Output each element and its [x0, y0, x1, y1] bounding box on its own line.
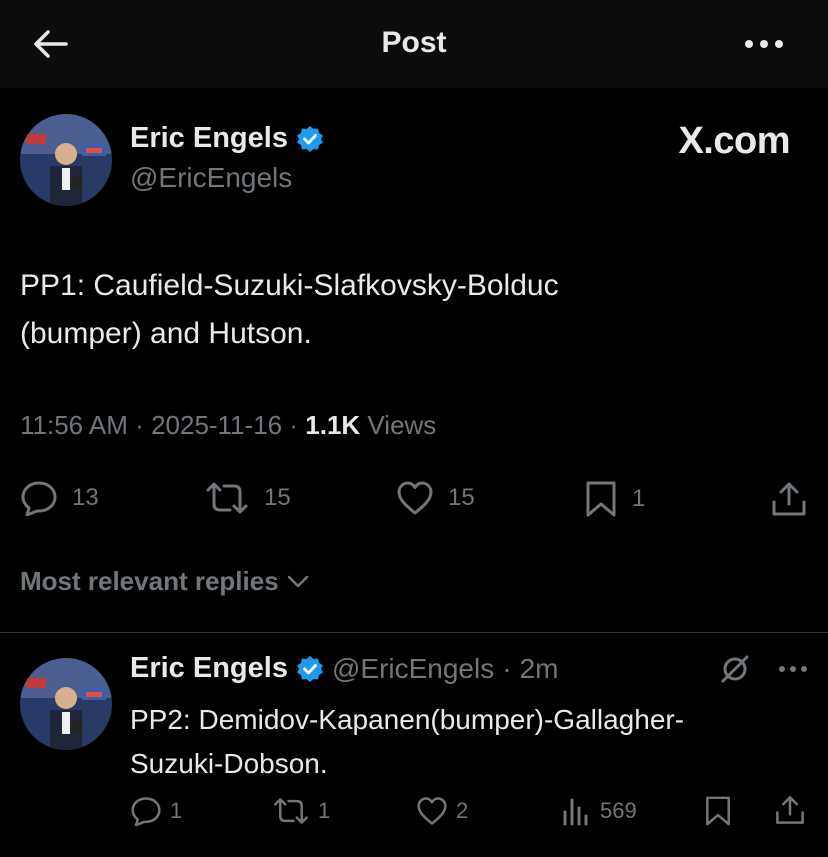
bookmark-icon: [586, 481, 616, 517]
like-button[interactable]: 2: [416, 796, 468, 826]
bookmark-button[interactable]: [704, 794, 732, 828]
verified-badge-icon: [296, 125, 323, 152]
post-time[interactable]: 11:56 AM: [20, 410, 128, 440]
views-count: 1.1K: [305, 410, 361, 440]
reply-text: PP2: Demidov-Kapanen(bumper)-Gallagher- …: [130, 698, 810, 786]
repost-count: 1: [318, 798, 331, 823]
post-actions: 13 15 15 1: [0, 476, 828, 522]
reply-icon: [131, 797, 161, 826]
avatar[interactable]: [20, 658, 112, 750]
replies-sort-dropdown[interactable]: Most relevant replies: [20, 566, 309, 597]
bookmark-count: 1: [632, 485, 646, 512]
repost-icon: [274, 798, 308, 824]
repost-button[interactable]: 1: [272, 796, 330, 826]
heart-icon: [397, 481, 433, 515]
analytics-icon: [563, 798, 588, 826]
repost-count: 15: [264, 484, 291, 511]
more-horizontal-icon: [745, 40, 783, 48]
separator-dot: ·: [135, 410, 152, 440]
reply-time[interactable]: 2m: [520, 653, 559, 685]
heart-icon: [417, 797, 447, 825]
views-label: Views: [367, 410, 437, 440]
page-title: Post: [381, 26, 447, 59]
author-name[interactable]: Eric Engels: [130, 122, 288, 155]
like-button[interactable]: 15: [396, 480, 475, 516]
share-icon: [772, 482, 806, 516]
reply-text-line: Suzuki-Dobson.: [130, 748, 328, 779]
post-author[interactable]: Eric Engels: [130, 122, 324, 155]
share-button[interactable]: [774, 794, 806, 826]
reply-header-actions: [720, 654, 808, 684]
post-text-line: (bumper) and Hutson.: [20, 317, 312, 350]
chevron-down-icon: [287, 575, 308, 587]
repost-button[interactable]: 15: [204, 480, 291, 516]
share-icon: [776, 796, 804, 824]
repost-icon: [206, 482, 248, 514]
grok-icon[interactable]: [720, 654, 750, 684]
bookmark-icon: [706, 796, 730, 826]
more-options-button[interactable]: [740, 26, 788, 62]
reply-button[interactable]: 13: [20, 480, 99, 516]
avatar[interactable]: [20, 114, 112, 206]
post-date[interactable]: 2025-11-16: [151, 410, 282, 440]
reply-text-line: PP2: Demidov-Kapanen(bumper)-Gallagher-: [130, 704, 685, 735]
brand-watermark: X.com: [678, 120, 790, 162]
bookmark-button[interactable]: 1: [584, 480, 645, 518]
sort-label: Most relevant replies: [20, 566, 279, 596]
reply-author-name[interactable]: Eric Engels: [130, 652, 288, 685]
author-handle[interactable]: @EricEngels: [130, 162, 292, 194]
reply-actions: 1 1 2 569: [0, 790, 828, 834]
divider: [0, 632, 828, 633]
like-count: 15: [448, 484, 475, 511]
like-count: 2: [456, 798, 469, 823]
separator-dot: ·: [289, 410, 306, 440]
reply-button[interactable]: 1: [130, 796, 182, 826]
separator-dot: ·: [502, 652, 512, 684]
post-text-line: PP1: Caufield-Suzuki-Slafkovsky-Bolduc: [20, 269, 559, 302]
reply-count: 1: [170, 798, 183, 823]
reply-icon: [21, 481, 57, 516]
reply-count: 13: [72, 484, 99, 511]
share-button[interactable]: [770, 480, 808, 518]
post-meta: 11:56 AM · 2025-11-16 · 1.1K Views: [20, 410, 436, 441]
post-text: PP1: Caufield-Suzuki-Slafkovsky-Bolduc (…: [20, 262, 800, 358]
more-horizontal-icon[interactable]: [778, 665, 808, 673]
views-count: 569: [600, 798, 637, 823]
top-bar: Post: [0, 0, 828, 88]
reply-header: Eric Engels @EricEngels · 2m: [130, 652, 558, 685]
views-button[interactable]: 569: [562, 796, 637, 826]
verified-badge-icon: [296, 655, 323, 682]
reply-author-handle[interactable]: @EricEngels: [332, 653, 494, 685]
